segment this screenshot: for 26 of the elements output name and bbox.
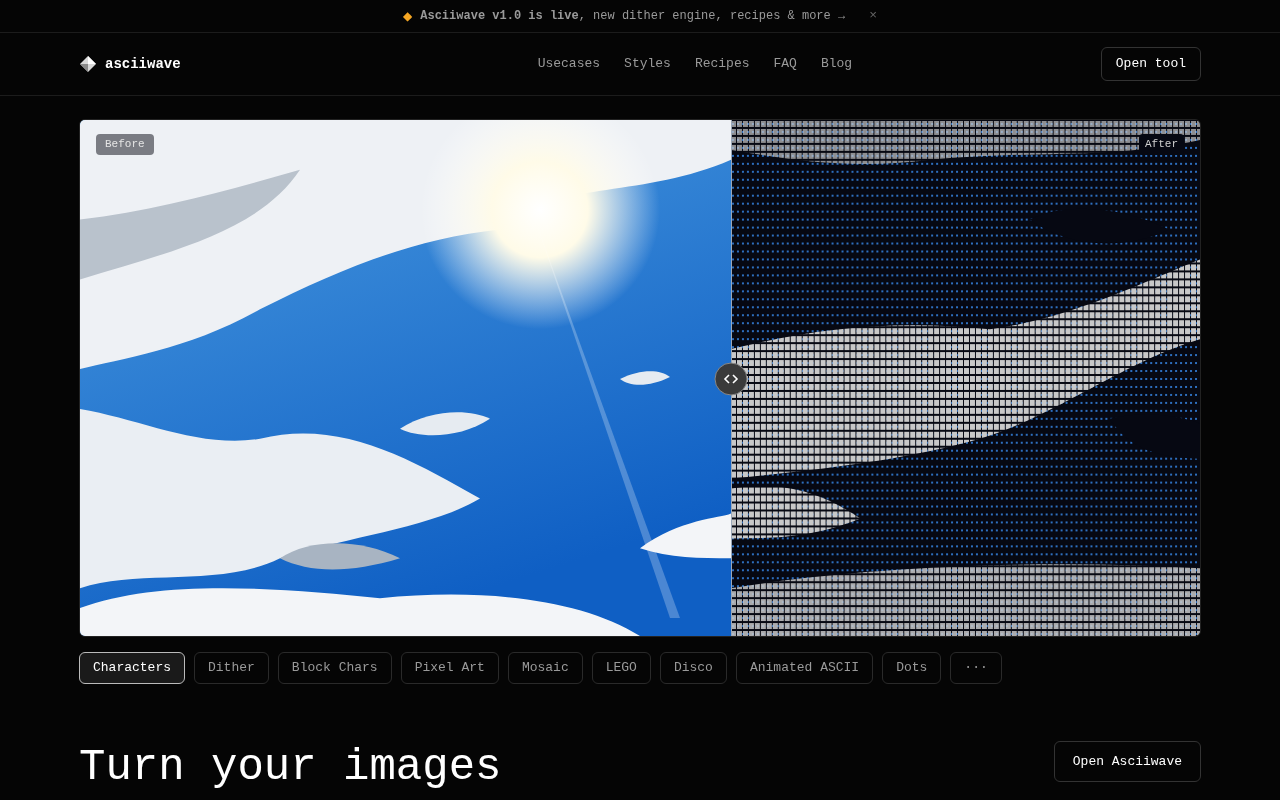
style-tab[interactable]: Pixel Art: [400, 652, 499, 684]
style-tab[interactable]: Characters: [79, 652, 185, 684]
style-tab[interactable]: Block Chars: [277, 652, 392, 684]
after-label: After: [1139, 134, 1184, 155]
open-tool-button[interactable]: Open tool: [1100, 47, 1201, 81]
style-tab[interactable]: Mosaic: [507, 652, 583, 684]
close-button[interactable]: ×: [869, 6, 877, 26]
announcement-text[interactable]: Asciiwave v1.0 is live, new dither engine, recipes & more →: [420, 7, 846, 25]
nav-link[interactable]: FAQ: [773, 54, 797, 74]
style-tab[interactable]: Dither: [194, 652, 269, 684]
brand-name[interactable]: asciiwave: [105, 53, 181, 75]
nav-link[interactable]: Styles: [624, 54, 671, 74]
hero-heading: Turn your images: [79, 741, 502, 793]
style-tab[interactable]: Dots: [882, 652, 942, 684]
diamond-logo-icon: [79, 55, 97, 73]
style-tab[interactable]: LEGO: [591, 652, 651, 684]
slider-handle-icon[interactable]: [714, 362, 748, 396]
open-asciiwave-button[interactable]: Open Asciiwave: [1053, 741, 1201, 782]
nav-link[interactable]: Blog: [820, 54, 853, 74]
style-tab[interactable]: Animated ASCII: [735, 652, 874, 684]
diamond-icon: ◆: [403, 7, 413, 25]
before-label: Before: [96, 134, 154, 155]
style-tab[interactable]: ···: [950, 652, 1002, 684]
nav-link[interactable]: Usecases: [537, 54, 601, 74]
nav-link[interactable]: Recipes: [694, 54, 750, 74]
style-tab[interactable]: Disco: [659, 652, 727, 684]
